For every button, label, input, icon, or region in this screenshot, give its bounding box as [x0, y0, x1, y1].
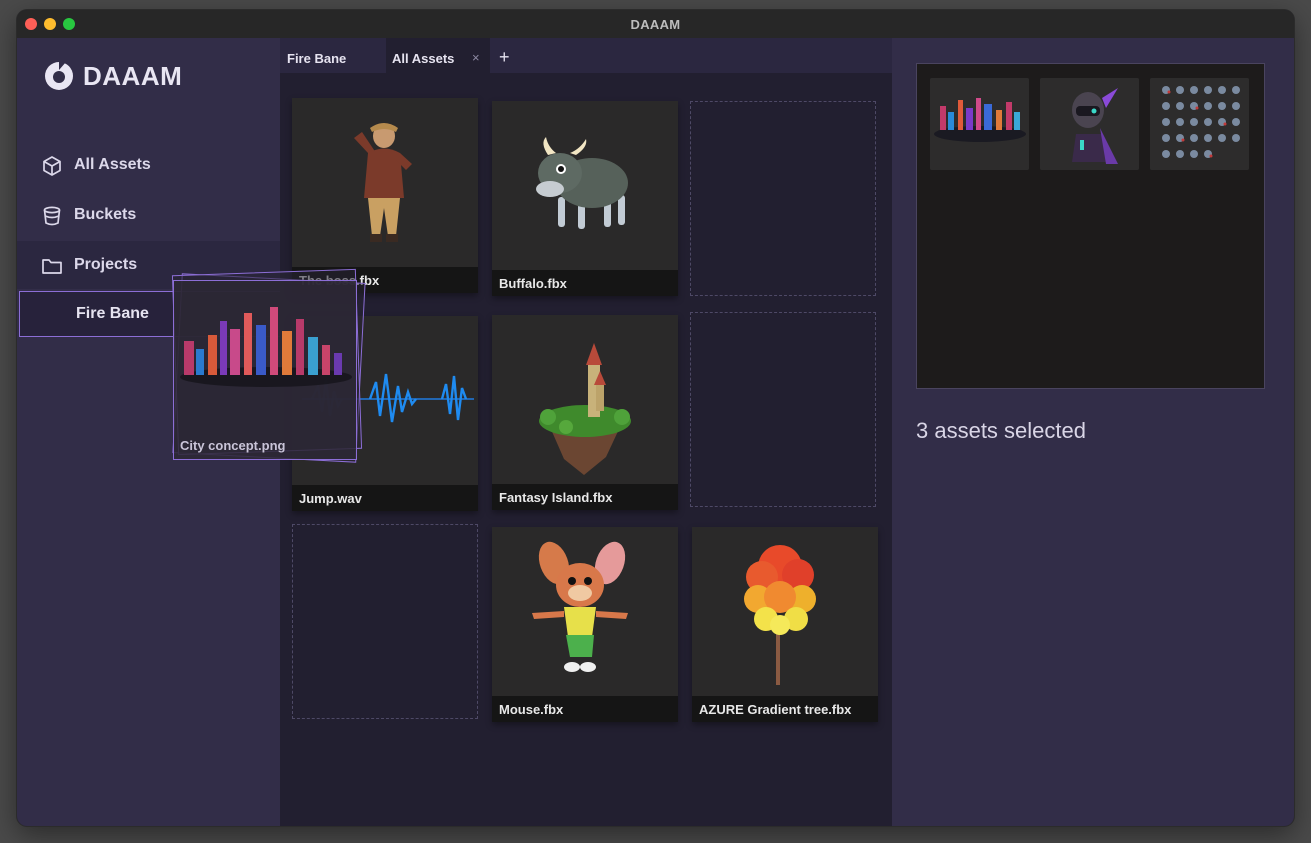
tab-fire-bane[interactable]: Fire Bane — [280, 38, 384, 73]
asset-name: AZURE Gradient tree.fbx — [699, 702, 852, 717]
asset-card[interactable]: The boss.fbx — [292, 98, 478, 293]
sidebar-item-buckets[interactable]: Buckets — [17, 191, 280, 239]
asset-browser: Fire Bane All Assets × + The boss.fbx — [280, 38, 892, 826]
mouse-thumbnail — [492, 527, 678, 695]
preview-thumbnail[interactable] — [1040, 78, 1139, 170]
selection-preview — [916, 63, 1265, 389]
asset-caption: Buffalo.fbx — [492, 270, 678, 296]
brand-logo[interactable]: DAAAM — [43, 60, 182, 92]
city-image — [180, 307, 352, 387]
asset-caption: AZURE Gradient tree.fbx — [692, 696, 878, 722]
city-icon — [930, 78, 1029, 170]
asset-card[interactable]: Buffalo.fbx — [492, 101, 678, 296]
drag-ghost-label: City concept.png — [180, 438, 286, 453]
tab-close-icon[interactable]: × — [472, 50, 480, 65]
window-title: DAAAM — [630, 17, 681, 32]
app-window: DAAAM DAAAM All Assets Buckets Projects … — [17, 10, 1294, 826]
asset-name: Jump.wav — [299, 491, 362, 506]
boss-thumbnail — [292, 98, 478, 266]
tab-bar: Fire Bane All Assets × + — [280, 38, 892, 73]
sidebar-item-all-assets[interactable]: All Assets — [17, 141, 280, 189]
asset-name: Fantasy Island.fbx — [499, 490, 613, 505]
sidebar-item-label: Buckets — [74, 206, 137, 223]
brand-name: DAAAM — [83, 60, 183, 91]
asset-caption: Fantasy Island.fbx — [492, 484, 678, 510]
drag-ghost[interactable]: City concept.png — [173, 280, 357, 460]
cube-icon — [43, 156, 61, 176]
sidebar-item-label: Projects — [74, 256, 138, 273]
asset-caption: Jump.wav — [292, 485, 478, 511]
empty-slot[interactable] — [690, 312, 876, 507]
tree-thumbnail — [692, 527, 878, 695]
title-bar: DAAAM — [17, 10, 1294, 39]
asset-card[interactable]: Mouse.fbx — [492, 527, 678, 722]
selection-panel: 3 assets selected — [892, 38, 1294, 826]
add-tab-button[interactable]: + — [499, 47, 510, 68]
asset-name: Buffalo.fbx — [499, 276, 567, 291]
fantasy-island-thumbnail — [492, 315, 678, 483]
preview-thumbnail[interactable] — [930, 78, 1029, 170]
empty-slot[interactable] — [690, 101, 876, 296]
sprite-sheet-icon — [1150, 78, 1249, 170]
tab-label: Fire Bane — [287, 51, 347, 66]
asset-caption: Mouse.fbx — [492, 696, 678, 722]
logo-icon — [45, 62, 73, 90]
sidebar-item-label: Fire Bane — [76, 305, 149, 322]
asset-name: Mouse.fbx — [499, 702, 564, 717]
bucket-icon — [43, 206, 61, 226]
buffalo-thumbnail — [492, 101, 678, 269]
folder-icon — [42, 259, 62, 274]
empty-slot[interactable] — [292, 524, 478, 719]
robot-icon — [1040, 78, 1139, 170]
asset-card[interactable]: Fantasy Island.fbx — [492, 315, 678, 510]
preview-thumbnail[interactable] — [1150, 78, 1249, 170]
sidebar-item-label: All Assets — [74, 156, 151, 173]
tab-label: All Assets — [392, 51, 455, 66]
selection-count: 3 assets selected — [916, 418, 1086, 443]
asset-card[interactable]: AZURE Gradient tree.fbx — [692, 527, 878, 722]
